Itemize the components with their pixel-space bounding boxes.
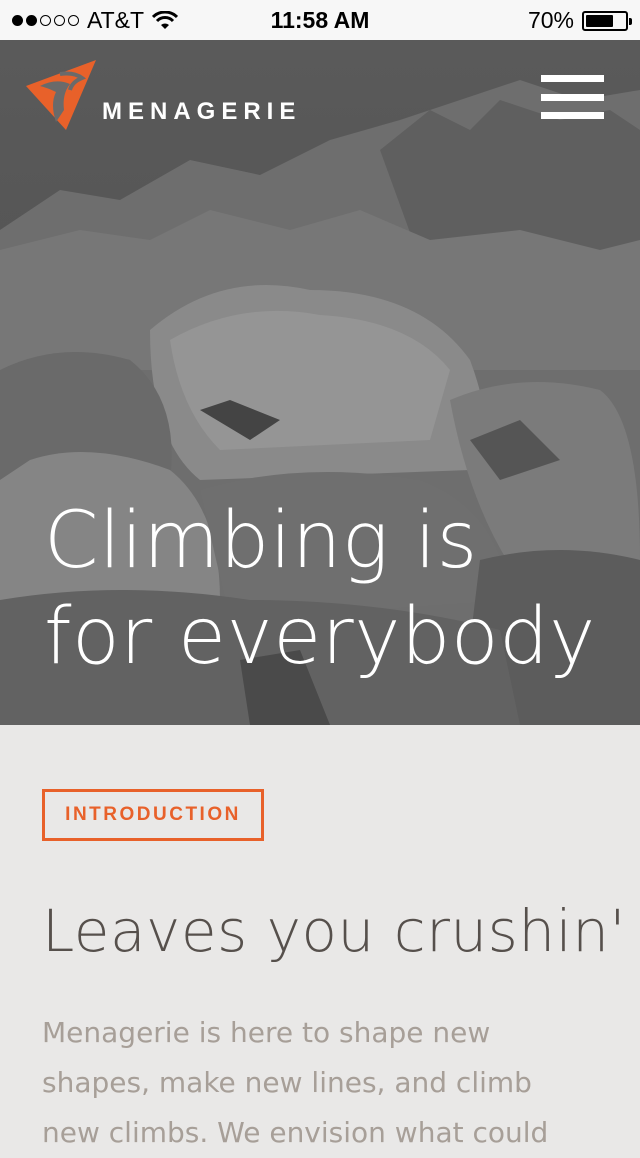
battery-percentage: 70% [527,7,574,33]
brand-logo[interactable]: MENAGERIE [26,60,301,130]
menu-bar [541,112,604,119]
brand-name: MENAGERIE [102,98,302,125]
intro-section: INTRODUCTION Leaves you crushin' Menager… [0,725,640,1149]
hero-section: MENAGERIE Climbing is for everybody [0,40,640,725]
section-title: Leaves you crushin' [42,897,626,965]
hero-headline-line-2: for everybody [44,592,596,682]
menu-bar [541,75,604,82]
menagerie-logo-icon [26,60,96,130]
section-badge: INTRODUCTION [42,789,264,841]
hero-headline-line-1: Climbing is [44,496,478,586]
hamburger-menu-button[interactable] [541,75,604,119]
status-right: 70% [527,7,632,34]
status-bar: AT&T 11:58 AM 70% [0,0,640,40]
hero-headline: Climbing is for everybody [44,493,596,685]
menu-bar [541,93,604,101]
battery-icon [582,10,632,31]
